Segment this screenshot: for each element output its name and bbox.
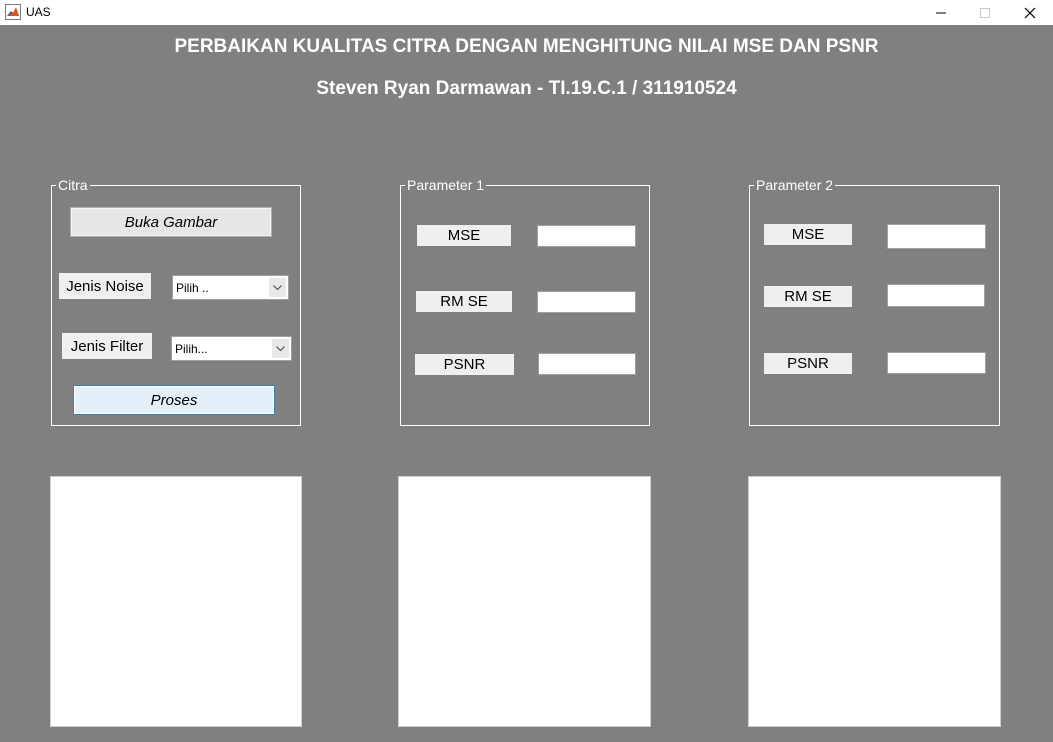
page-title: PERBAIKAN KUALITAS CITRA DENGAN MENGHITU… (174, 36, 879, 57)
original-image-axes (50, 476, 302, 727)
maximize-button[interactable] (962, 0, 1008, 25)
parameter2-rmse-label: RM SE (764, 286, 852, 307)
title-bar: UAS (0, 0, 1053, 25)
parameter2-panel-legend: Parameter 2 (754, 177, 836, 193)
parameter1-panel: Parameter 1 MSE RM SE PSNR (400, 177, 650, 426)
parameter1-rmse-field[interactable] (537, 291, 636, 313)
filter-type-select-value: Pilih... (175, 342, 208, 356)
parameter1-panel-legend: Parameter 1 (405, 177, 487, 193)
parameter2-panel: Parameter 2 MSE RM SE PSNR (749, 177, 1000, 426)
window-title: UAS (26, 5, 51, 19)
parameter1-mse-label: MSE (417, 225, 511, 246)
close-button[interactable] (1007, 0, 1053, 25)
matlab-icon (5, 4, 21, 20)
citra-panel: Citra Buka Gambar Jenis Noise Pilih .. J… (51, 177, 301, 426)
parameter1-psnr-field[interactable] (538, 353, 636, 375)
noise-type-select[interactable]: Pilih .. (172, 275, 289, 300)
parameter2-psnr-label: PSNR (764, 353, 852, 374)
citra-panel-legend: Citra (56, 177, 90, 193)
page-subtitle: Steven Ryan Darmawan - TI.19.C.1 / 31191… (316, 78, 737, 99)
parameter1-psnr-label: PSNR (415, 354, 514, 375)
app-window: UAS PERBAIKAN KUALITAS CITRA DENGAN MENG… (0, 0, 1053, 742)
noise-image-axes (398, 476, 651, 727)
parameter2-rmse-field[interactable] (887, 284, 985, 307)
parameter1-rmse-label: RM SE (416, 291, 512, 312)
filter-type-label: Jenis Filter (62, 333, 152, 359)
open-image-button[interactable]: Buka Gambar (70, 207, 272, 237)
filtered-image-axes (748, 476, 1001, 727)
parameter2-mse-label: MSE (764, 224, 852, 245)
chevron-down-icon (269, 278, 286, 297)
parameter1-mse-field[interactable] (537, 225, 636, 247)
noise-type-label: Jenis Noise (59, 273, 151, 299)
close-icon (1024, 7, 1036, 18)
noise-type-select-value: Pilih .. (176, 281, 209, 295)
minimize-button[interactable] (918, 0, 964, 25)
parameter2-mse-field[interactable] (887, 224, 986, 249)
chevron-down-icon (272, 339, 289, 358)
process-button[interactable]: Proses (73, 385, 275, 415)
parameter2-psnr-field[interactable] (887, 352, 986, 374)
filter-type-select[interactable]: Pilih... (171, 336, 292, 361)
minimize-icon (936, 12, 946, 13)
maximize-icon (980, 7, 990, 18)
